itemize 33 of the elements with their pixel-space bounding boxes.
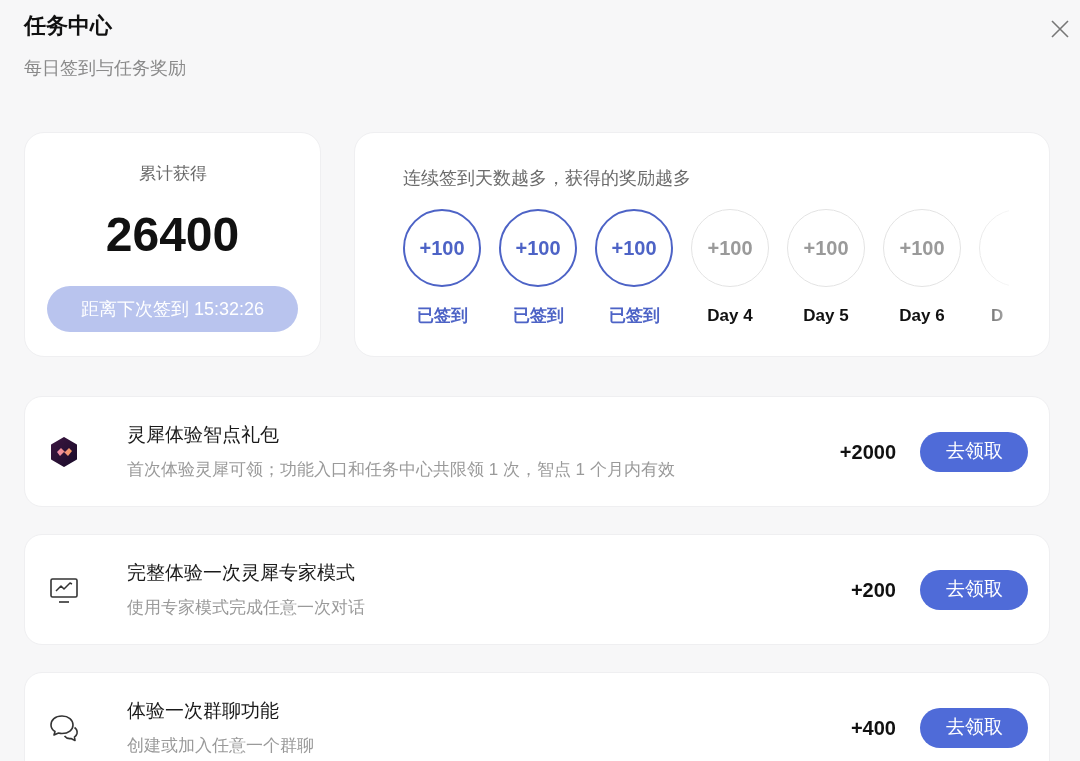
task-title: 完整体验一次灵犀专家模式 — [127, 560, 356, 585]
page-subtitle: 每日签到与任务奖励 — [24, 57, 186, 80]
task-description: 首次体验灵犀可领；功能入口和任务中心共限领 1 次，智点 1 个月内有效 — [127, 458, 676, 481]
reward-amount: +100 — [515, 236, 561, 261]
task-reward: +200 — [850, 577, 896, 603]
day-label: 已签到 — [608, 305, 660, 327]
chat-bubbles-icon — [49, 712, 79, 743]
checkin-hint: 连续签到天数越多，获得的奖励越多 — [403, 167, 692, 190]
app-logo-icon — [49, 436, 79, 467]
day-label: Day 4 — [707, 305, 753, 327]
day-label: D — [991, 305, 1004, 327]
task-title: 灵犀体验智点礼包 — [127, 422, 280, 447]
claim-button[interactable]: 去领取 — [920, 707, 1028, 748]
day-label: 已签到 — [512, 305, 564, 327]
claim-button[interactable]: 去领取 — [920, 569, 1028, 610]
day-label: Day 5 — [803, 305, 849, 327]
task-title: 体验一次群聊功能 — [127, 698, 280, 723]
reward-amount: +100 — [803, 236, 849, 261]
reward-amount: +100 — [899, 236, 945, 261]
reward-amount: +100 — [611, 236, 657, 261]
task-reward: +400 — [850, 715, 896, 741]
day-label: Day 6 — [899, 305, 945, 327]
reward-amount: +100 — [419, 236, 465, 261]
claim-button[interactable]: 去领取 — [920, 431, 1028, 472]
total-points: 26400 — [105, 207, 240, 263]
total-label: 累计获得 — [138, 163, 207, 185]
reward-amount: +100 — [707, 236, 753, 261]
page-title: 任务中心 — [24, 12, 113, 40]
task-description: 使用专家模式完成任意一次对话 — [127, 596, 366, 619]
task-description: 创建或加入任意一个群聊 — [127, 734, 315, 757]
close-button[interactable] — [1051, 20, 1069, 38]
day-label: 已签到 — [416, 305, 468, 327]
task-reward: +2000 — [839, 439, 896, 465]
